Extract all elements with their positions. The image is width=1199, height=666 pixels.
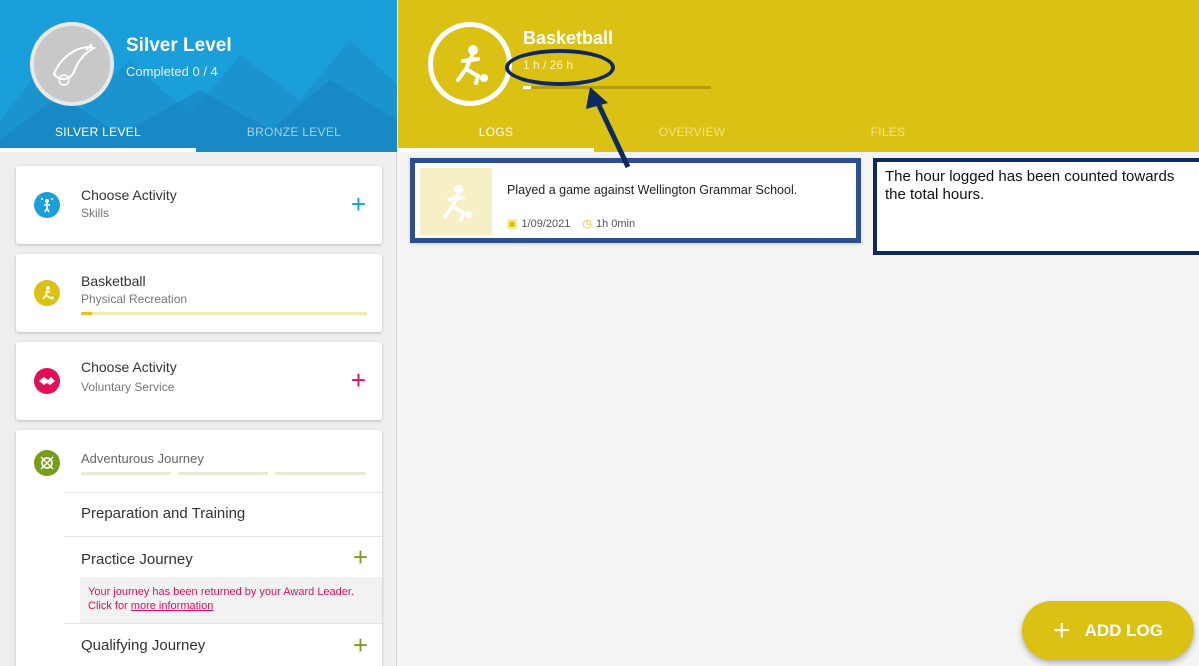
journey-row-preparation[interactable]: Preparation and Training xyxy=(64,492,382,536)
log-meta: ▣ 1/09/2021 ◷ 1h 0min xyxy=(507,217,636,231)
annotation-callout: The hour logged has been counted towards… xyxy=(873,158,1199,255)
calendar-icon: ▣ xyxy=(507,218,518,230)
basketball-player-icon xyxy=(34,280,60,306)
silver-badge-icon xyxy=(30,22,114,106)
add-service-button[interactable]: + xyxy=(351,367,366,393)
level-header: Silver Level Completed 0 / 4 SILVER LEVE… xyxy=(0,0,397,152)
physical-subtitle: Physical Recreation xyxy=(81,292,188,306)
annotation-ellipse xyxy=(505,49,615,86)
log-date: 1/09/2021 xyxy=(521,217,571,230)
service-title: Choose Activity xyxy=(81,359,177,375)
add-qualifying-journey-button[interactable]: + xyxy=(353,632,368,658)
skills-subtitle: Skills xyxy=(81,206,110,220)
voluntary-service-card[interactable]: Choose Activity Voluntary Service + xyxy=(16,342,382,420)
log-description: Played a game against Wellington Grammar… xyxy=(507,183,798,197)
journey-progress-segment-2 xyxy=(178,472,268,475)
basketball-player-icon xyxy=(433,27,507,101)
physical-progress-bar xyxy=(81,312,367,315)
tab-logs[interactable]: LOGS xyxy=(398,125,594,139)
activity-header: Basketball 1 h / 26 h LOGS OVERVIEW FILE… xyxy=(398,0,1199,152)
activity-title: Basketball xyxy=(523,28,614,48)
skills-card[interactable]: Choose Activity Skills + xyxy=(16,166,382,244)
journey-row-qualifying[interactable]: Qualifying Journey + xyxy=(64,623,382,666)
tab-files[interactable]: FILES xyxy=(790,125,986,139)
row-label: Practice Journey xyxy=(81,551,193,568)
adventurous-journey-card: Adventurous Journey Preparation and Trai… xyxy=(16,430,382,666)
level-sidebar: Silver Level Completed 0 / 4 SILVER LEVE… xyxy=(0,0,397,666)
tab-bronze-level[interactable]: BRONZE LEVEL xyxy=(196,125,392,139)
plus-icon: + xyxy=(1053,613,1071,647)
active-tab-indicator xyxy=(0,148,196,152)
row-label: Qualifying Journey xyxy=(81,637,206,654)
row-label: Preparation and Training xyxy=(81,505,246,522)
add-log-label: ADD LOG xyxy=(1084,620,1163,640)
notice-text: Your journey has been returned by your A… xyxy=(88,586,355,612)
physical-recreation-card[interactable]: Basketball Physical Recreation xyxy=(16,254,382,332)
annotation-arrow xyxy=(586,87,631,169)
physical-progress-fill xyxy=(81,312,93,315)
tab-silver-level[interactable]: SILVER LEVEL xyxy=(0,125,196,139)
clock-icon: ◷ xyxy=(582,218,592,230)
compass-icon xyxy=(34,450,60,476)
more-information-link[interactable]: more information xyxy=(131,600,214,612)
handshake-icon xyxy=(34,368,60,394)
basketball-player-icon xyxy=(420,168,492,235)
skills-title: Choose Activity xyxy=(81,187,177,203)
journey-progress-segment-3 xyxy=(275,472,366,475)
activity-badge xyxy=(428,22,512,106)
log-duration: 1h 0min xyxy=(595,217,636,230)
add-practice-journey-button[interactable]: + xyxy=(353,544,368,570)
physical-title: Basketball xyxy=(81,273,146,289)
active-tab-indicator xyxy=(398,148,594,152)
journey-returned-notice[interactable]: Your journey has been returned by your A… xyxy=(80,577,382,623)
journey-progress-segment-1 xyxy=(81,472,171,475)
journey-row-practice[interactable]: Practice Journey + xyxy=(64,536,382,578)
journey-title: Adventurous Journey xyxy=(81,451,204,466)
level-title: Silver Level xyxy=(126,35,232,56)
level-progress-text: Completed 0 / 4 xyxy=(126,64,218,79)
juggler-icon xyxy=(34,192,60,218)
service-subtitle: Voluntary Service xyxy=(81,380,175,394)
hours-progress-fill xyxy=(523,86,531,89)
add-log-button[interactable]: + ADD LOG xyxy=(1022,601,1194,660)
add-skill-button[interactable]: + xyxy=(351,191,366,217)
